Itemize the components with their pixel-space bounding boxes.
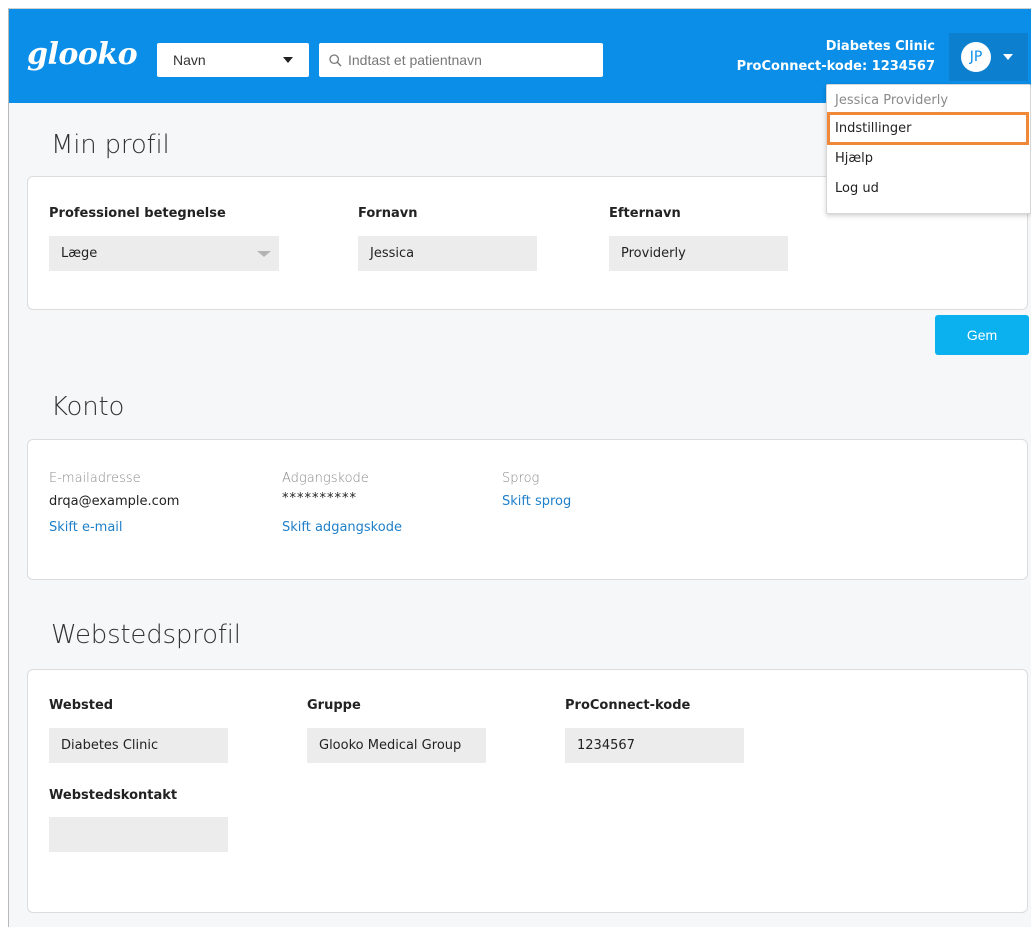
user-menu-button[interactable]: JP xyxy=(949,33,1028,81)
account-card: E-mailadresse drqa@example.com Skift e-m… xyxy=(27,439,1028,580)
professional-title-value: Læge xyxy=(61,246,98,261)
chevron-down-icon xyxy=(283,57,293,63)
menu-item-logout[interactable]: Log ud xyxy=(835,181,879,196)
professional-title-label: Professionel betegnelse xyxy=(49,206,226,221)
profile-section-title: Min profil xyxy=(51,130,170,160)
first-name-field[interactable]: Jessica xyxy=(358,236,537,271)
clinic-info: Diabetes Clinic ProConnect-kode: 1234567 xyxy=(737,37,935,77)
password-value: ********** xyxy=(282,491,357,506)
first-name-label: Fornavn xyxy=(358,206,418,221)
search-type-select[interactable]: Navn xyxy=(157,43,309,77)
chevron-down-icon xyxy=(1003,54,1013,60)
avatar: JP xyxy=(961,42,991,72)
menu-user-name: Jessica Providerly xyxy=(835,93,949,108)
patient-search-input[interactable]: Indtast et patientnavn xyxy=(319,43,603,77)
search-icon xyxy=(329,53,342,66)
email-value: drqa@example.com xyxy=(49,494,180,509)
proconnect-code-field: 1234567 xyxy=(565,728,744,763)
last-name-value: Providerly xyxy=(621,246,686,261)
last-name-label: Efternavn xyxy=(609,206,681,221)
change-language-link[interactable]: Skift sprog xyxy=(502,494,571,509)
change-email-link[interactable]: Skift e-mail xyxy=(49,520,123,535)
last-name-field[interactable]: Providerly xyxy=(609,236,788,271)
site-contact-label: Webstedskontakt xyxy=(49,788,178,803)
site-contact-field xyxy=(49,817,228,852)
site-profile-card: Websted Diabetes Clinic Gruppe Glooko Me… xyxy=(27,669,1028,913)
professional-title-select[interactable]: Læge xyxy=(49,236,279,271)
language-label: Sprog xyxy=(502,471,540,486)
change-password-link[interactable]: Skift adgangskode xyxy=(282,520,402,535)
password-label: Adgangskode xyxy=(282,471,369,486)
app-frame: glooko Navn Indtast et patientnavn Diabe… xyxy=(8,8,1031,927)
site-label: Websted xyxy=(49,698,114,713)
glooko-logo[interactable]: glooko xyxy=(27,37,138,72)
proconnect-code-value: 1234567 xyxy=(577,738,635,753)
group-value: Glooko Medical Group xyxy=(319,738,462,753)
group-field: Glooko Medical Group xyxy=(307,728,486,763)
site-value: Diabetes Clinic xyxy=(61,738,159,753)
search-type-value: Navn xyxy=(173,52,206,68)
proconnect-code-label: ProConnect-kode xyxy=(565,698,691,713)
account-section-title: Konto xyxy=(51,392,125,422)
clinic-name: Diabetes Clinic xyxy=(825,39,935,54)
menu-item-settings[interactable]: Indstillinger xyxy=(835,121,911,136)
group-label: Gruppe xyxy=(307,698,361,713)
search-placeholder: Indtast et patientnavn xyxy=(348,52,482,68)
proconnect-code: ProConnect-kode: 1234567 xyxy=(736,59,935,74)
menu-item-help[interactable]: Hjælp xyxy=(835,151,873,166)
first-name-value: Jessica xyxy=(370,246,415,261)
email-label: E-mailadresse xyxy=(49,471,141,486)
site-profile-section-title: Webstedsprofil xyxy=(51,620,241,650)
site-field: Diabetes Clinic xyxy=(49,728,228,763)
save-button[interactable]: Gem xyxy=(935,315,1029,355)
dropdown-arrow-icon xyxy=(257,251,271,257)
user-dropdown-menu: Jessica Providerly Indstillinger Hjælp L… xyxy=(826,84,1031,214)
